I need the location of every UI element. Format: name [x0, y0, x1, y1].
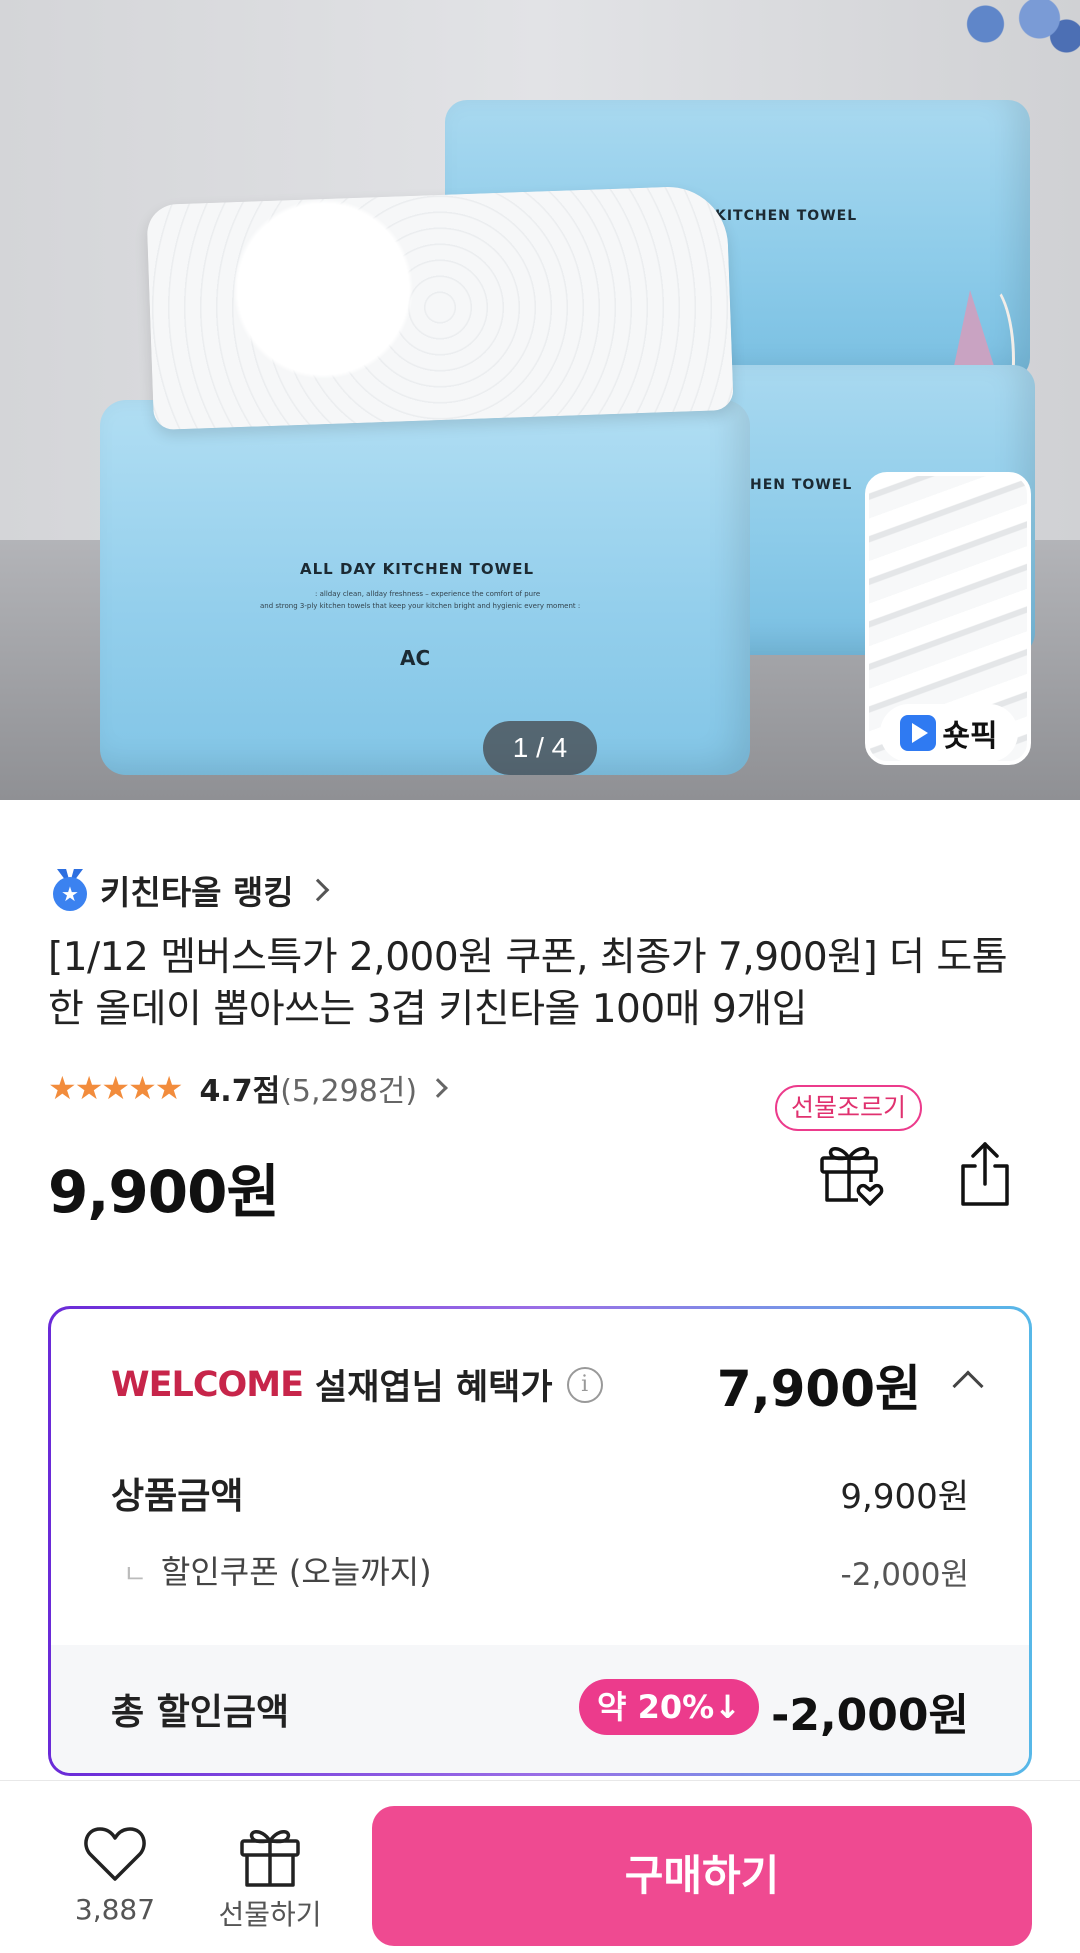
- coupon-value: -2,000원: [840, 1557, 969, 1593]
- pack-print-title-front: ALL DAY KITCHEN TOWEL: [300, 560, 535, 578]
- coupon-label: 할인쿠폰 (오늘까지): [160, 1553, 432, 1591]
- chevron-up-icon[interactable]: [952, 1370, 984, 1402]
- coupon-corner-mark: ㄴ: [123, 1560, 147, 1590]
- gift-heart-icon[interactable]: [818, 1138, 884, 1208]
- buy-button[interactable]: 구매하기: [372, 1806, 1032, 1946]
- share-icon[interactable]: [955, 1140, 1015, 1208]
- pack-logo-front: AC: [400, 646, 431, 670]
- pack-print-small-1: : allday clean, allday freshness – exper…: [315, 590, 541, 598]
- tissue-sheet: [146, 184, 734, 431]
- flower-decoration: [945, 0, 1080, 60]
- product-amount-label: 상품금액: [111, 1476, 244, 1517]
- chevron-right-icon: [428, 1078, 448, 1098]
- gift-button[interactable]: 선물하기: [210, 1823, 330, 1933]
- like-button[interactable]: 3,887: [60, 1823, 170, 1926]
- total-discount-value: -2,000원: [771, 1690, 969, 1741]
- gift-label: 선물하기: [218, 1898, 322, 1931]
- total-discount-row: 총 할인금액 약 20%↓ -2,000원: [51, 1645, 1029, 1773]
- pack-print-small-2: and strong 3-ply kitchen towels that kee…: [260, 602, 581, 610]
- product-image-gallery[interactable]: KITCHEN TOWEL AC HEN TOWEL ALL DAY KITCH…: [0, 0, 1080, 800]
- product-amount-value: 9,900원: [840, 1477, 969, 1517]
- benefit-box[interactable]: WELCOME 설재엽님 혜택가 i 7,900원 상품금액 9,900원 ㄴ할…: [48, 1306, 1032, 1776]
- shortpick-label: 숏픽: [942, 719, 998, 754]
- heart-icon: [84, 1827, 146, 1881]
- product-price: 9,900원: [48, 1158, 280, 1226]
- rating-link[interactable]: ★★★★★ 4.7점 (5,298건): [48, 1066, 448, 1110]
- benefit-price: 7,900원: [716, 1360, 921, 1418]
- member-benefit-label: 설재엽님 혜택가: [315, 1368, 553, 1408]
- ranking-label: 키친타올 랭킹: [100, 873, 294, 912]
- total-discount-label: 총 할인금액: [111, 1692, 290, 1733]
- bottom-action-bar: 3,887 선물하기 구매하기: [0, 1780, 1080, 1953]
- discount-rate-badge: 약 20%↓: [579, 1679, 759, 1735]
- play-icon: [900, 715, 937, 751]
- info-icon[interactable]: i: [566, 1366, 603, 1403]
- rating-count: (5,298건): [280, 1074, 418, 1109]
- medal-icon: ★: [50, 869, 90, 911]
- welcome-label: WELCOME: [111, 1364, 304, 1405]
- product-title: [1/12 멤버스특가 2,000원 쿠폰, 최종가 7,900원] 더 도톰한…: [48, 935, 1008, 1032]
- image-counter: 1 / 4: [483, 721, 597, 775]
- shortpick-badge[interactable]: 숏픽: [880, 704, 1018, 762]
- pack-print-title-lower: HEN TOWEL: [750, 477, 853, 493]
- ranking-link[interactable]: ★ 키친타올 랭킹: [50, 866, 329, 914]
- gift-request-bubble[interactable]: 선물조르기: [775, 1085, 923, 1131]
- gift-icon: [240, 1830, 300, 1887]
- towel-pack-front: ALL DAY KITCHEN TOWEL : allday clean, al…: [100, 400, 750, 775]
- rating-score: 4.7점: [199, 1074, 281, 1109]
- pack-print-title: KITCHEN TOWEL: [715, 208, 858, 224]
- coupon-row: ㄴ 할인쿠폰 (오늘까지): [123, 1547, 432, 1593]
- like-count: 3,887: [74, 1893, 156, 1926]
- rating-stars: ★★★★★: [48, 1069, 183, 1107]
- chevron-right-icon: [306, 878, 329, 902]
- benefit-header: WELCOME 설재엽님 혜택가 i: [111, 1359, 603, 1410]
